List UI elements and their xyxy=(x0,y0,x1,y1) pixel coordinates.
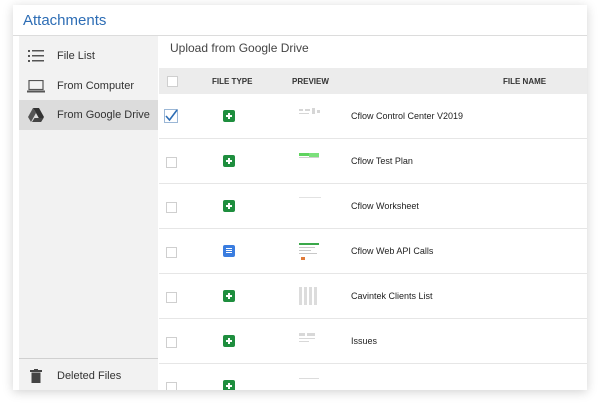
table-row[interactable]: Issues xyxy=(159,320,587,364)
column-header-preview: PREVIEW xyxy=(292,77,329,86)
column-header-file-name: FILE NAME xyxy=(503,77,547,86)
sidebar-item-label: File List xyxy=(57,50,95,62)
google-sheets-icon xyxy=(223,380,235,390)
row-checkbox[interactable] xyxy=(166,202,177,213)
sidebar-item-from-google-drive[interactable]: From Google Drive xyxy=(19,100,158,130)
list-icon xyxy=(27,49,45,63)
file-preview-thumbnail xyxy=(297,105,325,127)
row-checkbox[interactable] xyxy=(166,382,177,390)
table-row-partial[interactable] xyxy=(159,365,587,390)
sidebar-item-label: From Computer xyxy=(57,80,135,92)
file-name: Cavintek Clients List xyxy=(351,291,433,301)
google-sheets-icon xyxy=(223,110,235,122)
select-all-checkbox[interactable] xyxy=(167,76,178,87)
file-preview-thumbnail xyxy=(297,240,325,262)
sidebar-item-from-computer[interactable]: From Computer xyxy=(19,71,158,101)
row-checkbox[interactable] xyxy=(166,337,177,348)
table-row[interactable]: Cflow Worksheet xyxy=(159,185,587,229)
file-name: Cflow Worksheet xyxy=(351,201,419,211)
row-checkbox[interactable] xyxy=(166,157,177,168)
sidebar-item-deleted-files[interactable]: Deleted Files xyxy=(19,361,158,390)
table-row[interactable]: Cflow Web API Calls xyxy=(159,230,587,274)
file-name: Issues xyxy=(351,336,378,346)
google-drive-icon xyxy=(27,108,45,122)
google-sheets-icon xyxy=(223,155,235,167)
row-checkbox[interactable] xyxy=(166,292,177,303)
row-checkbox[interactable] xyxy=(166,247,177,258)
attachments-panel: Attachments File List From Computer From… xyxy=(13,5,587,390)
file-preview-thumbnail xyxy=(297,330,325,352)
page-title: Upload from Google Drive xyxy=(170,41,309,55)
row-checkbox-checked[interactable] xyxy=(164,109,178,123)
file-preview-thumbnail xyxy=(297,150,325,172)
table-row[interactable]: Cflow Control Center V2019 xyxy=(159,95,587,139)
file-name: Cflow Test Plan xyxy=(351,156,413,166)
sidebar-item-label: Deleted Files xyxy=(57,370,122,382)
column-header-file-type: FILE TYPE xyxy=(212,77,253,86)
table-row[interactable]: Cavintek Clients List xyxy=(159,275,587,319)
sidebar-divider xyxy=(19,358,158,359)
sidebar-item-label: From Google Drive xyxy=(57,109,150,121)
panel-title: Attachments xyxy=(23,12,107,29)
table-row[interactable]: Cflow Test Plan xyxy=(159,140,587,184)
google-docs-icon xyxy=(223,245,235,257)
file-name: Cflow Control Center V2019 xyxy=(351,111,464,121)
file-name: Cflow Web API Calls xyxy=(351,246,434,256)
google-sheets-icon xyxy=(223,290,235,302)
main-content: Upload from Google Drive FILE TYPE PREVI… xyxy=(159,36,587,390)
trash-icon xyxy=(27,369,45,383)
sidebar: File List From Computer From Google Driv… xyxy=(19,36,158,390)
laptop-icon xyxy=(27,79,45,93)
file-preview-thumbnail xyxy=(297,285,325,307)
file-preview-thumbnail xyxy=(297,195,325,217)
google-sheets-icon xyxy=(223,335,235,347)
google-sheets-icon xyxy=(223,200,235,212)
sidebar-item-file-list[interactable]: File List xyxy=(19,41,158,71)
file-preview-thumbnail xyxy=(297,375,325,390)
table-header: FILE TYPE PREVIEW FILE NAME xyxy=(159,68,587,94)
